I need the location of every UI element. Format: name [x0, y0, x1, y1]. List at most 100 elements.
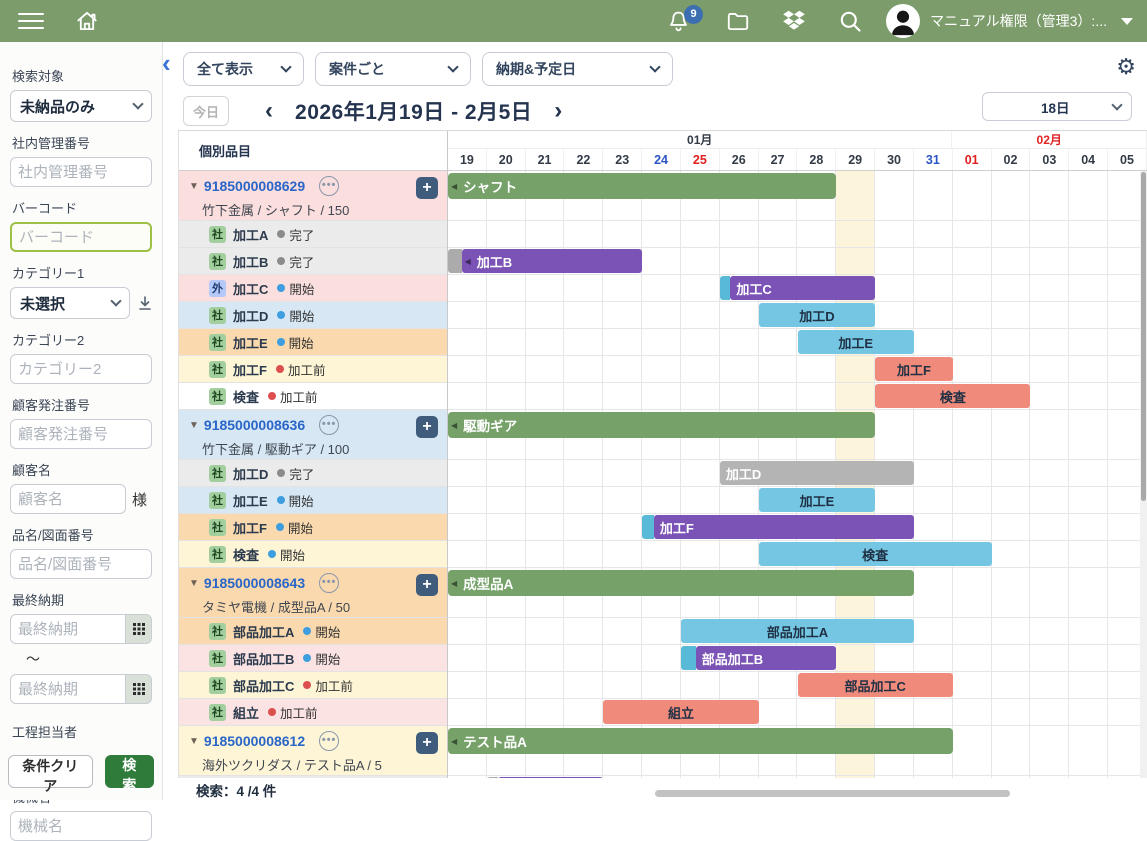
item-number-link[interactable]: 9185000008636	[204, 417, 305, 433]
add-process-button[interactable]: +	[416, 416, 438, 438]
comment-icon[interactable]: •••	[319, 176, 339, 196]
day-header-label[interactable]: 24	[642, 149, 681, 170]
machine-name-input[interactable]	[10, 811, 152, 841]
expand-triangle-icon[interactable]: ▼	[189, 578, 199, 589]
gantt-bar[interactable]: 加工F	[654, 515, 914, 539]
process-row[interactable]: 社加工D開始	[179, 302, 447, 329]
final-due-to-input[interactable]	[10, 674, 126, 704]
gantt-bar[interactable]: 検査	[875, 384, 1030, 408]
day-header-label[interactable]: 31	[914, 149, 953, 170]
comment-icon[interactable]: •••	[319, 415, 339, 435]
internal-no-input[interactable]	[10, 157, 152, 187]
customer-order-no-input[interactable]	[10, 419, 152, 449]
day-header-label[interactable]: 01	[953, 149, 992, 170]
avatar[interactable]	[886, 4, 920, 38]
search-button[interactable]: 検索	[105, 755, 154, 788]
expand-triangle-icon[interactable]: ▼	[189, 420, 199, 431]
date-type-filter-dropdown[interactable]: 納期&予定日	[482, 52, 673, 86]
process-row[interactable]: 社加工E開始	[179, 329, 447, 356]
comment-icon[interactable]: •••	[319, 731, 339, 751]
add-process-button[interactable]: +	[416, 574, 438, 596]
day-header-label[interactable]: 21	[526, 149, 565, 170]
search-target-select[interactable]: 未納品のみ	[10, 90, 152, 122]
calendar-icon[interactable]	[126, 674, 152, 704]
final-due-from-input[interactable]	[10, 614, 126, 644]
comment-icon[interactable]: •••	[319, 573, 339, 593]
process-row[interactable]: 社加工D完了	[179, 460, 447, 487]
vertical-scrollbar-thumb[interactable]	[1141, 172, 1146, 501]
process-row[interactable]: 社検査開始	[179, 541, 447, 568]
vertical-scrollbar[interactable]	[1140, 171, 1147, 780]
gantt-bar[interactable]: 検査	[759, 542, 992, 566]
gantt-bar-progress[interactable]	[681, 646, 696, 670]
gantt-bar[interactable]: ◀成型品A	[448, 570, 914, 596]
add-process-button[interactable]: +	[416, 177, 438, 199]
today-button[interactable]: 今日	[183, 96, 229, 126]
item-number-link[interactable]: 9185000008612	[204, 733, 305, 749]
caret-down-icon[interactable]	[1121, 18, 1133, 25]
group-header-row[interactable]: ▼9185000008643•••+タミヤ電機 / 成型品A / 50	[179, 568, 447, 618]
day-header-label[interactable]: 19	[448, 149, 487, 170]
gantt-bar[interactable]: ◀加工B	[462, 249, 643, 273]
day-header-label[interactable]: 02	[992, 149, 1031, 170]
item-number-link[interactable]: 9185000008629	[204, 178, 305, 194]
day-header-label[interactable]: 25	[681, 149, 720, 170]
gantt-bar-progress[interactable]	[720, 276, 730, 300]
day-header-label[interactable]: 23	[603, 149, 642, 170]
barcode-input[interactable]	[10, 222, 152, 252]
prev-period-arrow[interactable]: ‹	[265, 99, 273, 123]
day-header-label[interactable]: 20	[487, 149, 526, 170]
bell-icon[interactable]: 9	[666, 9, 691, 34]
group-header-row[interactable]: ▼9185000008612•••+海外ツクリダス / テスト品A / 5	[179, 726, 447, 776]
gantt-bar-progress[interactable]	[642, 515, 654, 539]
item-drawing-no-input[interactable]	[10, 549, 152, 579]
customer-name-input[interactable]	[10, 484, 126, 514]
period-span-select[interactable]: 18日	[982, 92, 1132, 121]
gantt-bar[interactable]: ◀テスト品A	[448, 728, 953, 754]
group-header-row[interactable]: ▼9185000008629•••+竹下金属 / シャフト / 150	[179, 171, 447, 221]
search-icon[interactable]	[837, 8, 864, 35]
process-row[interactable]: 外加工C開始	[179, 275, 447, 302]
next-period-arrow[interactable]: ›	[554, 99, 562, 123]
day-header-label[interactable]: 05	[1108, 149, 1147, 170]
gantt-bar[interactable]: 加工E	[759, 488, 876, 512]
process-row[interactable]: 社組立加工前	[179, 699, 447, 726]
display-filter-dropdown[interactable]: 全て表示	[183, 52, 304, 86]
gantt-bar-progress[interactable]	[448, 249, 462, 273]
apply-below-icon[interactable]	[138, 296, 152, 311]
gantt-bar[interactable]: 部品加工B	[696, 646, 837, 670]
day-header-label[interactable]: 03	[1030, 149, 1069, 170]
day-header-label[interactable]: 29	[836, 149, 875, 170]
gantt-bar[interactable]: ◀駆動ギア	[448, 412, 875, 438]
folder-icon[interactable]	[725, 8, 751, 34]
gantt-bar[interactable]: 加工D	[720, 461, 914, 485]
expand-triangle-icon[interactable]: ▼	[189, 181, 199, 192]
gantt-bar[interactable]: ◀シャフト	[448, 173, 836, 199]
process-row[interactable]: 社加工B完了	[179, 248, 447, 275]
settings-gear-icon[interactable]: ⚙	[1116, 55, 1136, 80]
process-row[interactable]: 社加工F開始	[179, 514, 447, 541]
grouping-filter-dropdown[interactable]: 案件ごと	[315, 52, 471, 86]
process-row[interactable]: 社部品加工C加工前	[179, 672, 447, 699]
process-row[interactable]: 社検査加工前	[179, 383, 447, 410]
gantt-bar[interactable]: 部品加工A	[681, 619, 914, 643]
category1-select[interactable]: 未選択	[10, 287, 130, 319]
day-header-label[interactable]: 26	[720, 149, 759, 170]
menu-icon[interactable]	[18, 8, 44, 34]
gantt-bar[interactable]: 加工F	[875, 357, 953, 381]
category2-input[interactable]	[10, 354, 152, 384]
process-row[interactable]: 社部品加工B開始	[179, 645, 447, 672]
user-role-label[interactable]: マニュアル権限（管理3）:...	[930, 11, 1107, 31]
group-header-row[interactable]: ▼9185000008636•••+竹下金属 / 駆動ギア / 100	[179, 410, 447, 460]
collapse-sidebar-icon[interactable]: ‹	[162, 50, 171, 76]
dropbox-icon[interactable]	[781, 8, 807, 34]
day-header-label[interactable]: 22	[564, 149, 603, 170]
process-row[interactable]: 社加工A完了	[179, 221, 447, 248]
home-icon[interactable]	[74, 8, 100, 34]
process-row[interactable]: 社加工F加工前	[179, 356, 447, 383]
gantt-bar[interactable]: 組立	[603, 700, 758, 724]
gantt-bar[interactable]: 加工D	[759, 303, 876, 327]
add-process-button[interactable]: +	[416, 732, 438, 754]
expand-triangle-icon[interactable]: ▼	[189, 736, 199, 747]
item-number-link[interactable]: 9185000008643	[204, 575, 305, 591]
